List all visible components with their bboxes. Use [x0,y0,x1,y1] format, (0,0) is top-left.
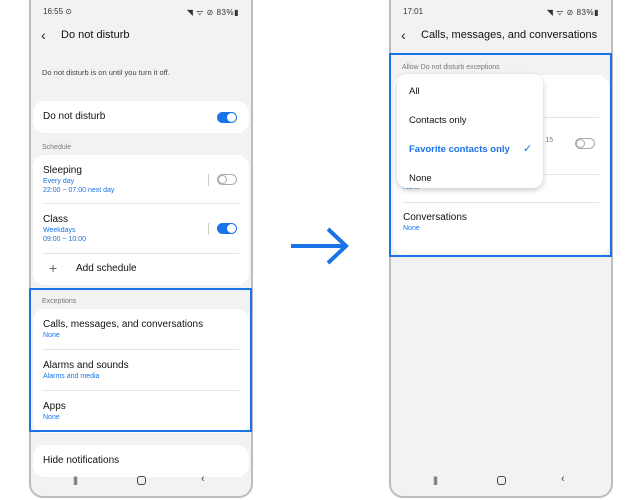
left-phone-screen: 16:55 ⊙ ◥ ᯤ ⊘ 83%▮ ‹ Do not disturb Do n… [29,0,253,498]
schedule-days: Every day [43,178,75,185]
add-schedule-label: Add schedule [76,263,137,274]
page-title: Do not disturb [61,29,130,41]
exception-label: Alarms and sounds [43,360,129,371]
schedule-card: Sleeping Every day 22:00 ~ 07:00 next da… [33,155,249,285]
repeat-callers-toggle[interactable] [575,138,595,149]
exception-item-alarms[interactable]: Alarms and sounds Alarms and media [43,360,239,381]
check-icon: ✓ [523,143,533,155]
header: ‹ Calls, messages, and conversations [391,24,611,48]
conversations-item[interactable]: Conversations None [403,212,599,233]
status-time: 17:01 [403,7,424,16]
right-phone-screen: 17:01 ◥ ᯤ ⊘ 83%▮ ‹ Calls, messages, and … [389,0,613,498]
recents-icon[interactable]: ||| [73,475,78,485]
exception-value: None [43,332,60,339]
home-icon[interactable] [497,476,506,485]
exception-label: Calls, messages, and conversations [43,319,204,330]
home-icon[interactable] [137,476,146,485]
divider [43,390,239,391]
exception-label: Apps [43,401,66,412]
back-icon[interactable]: ‹ [41,27,53,43]
menu-option-contacts-only[interactable]: Contacts only [409,115,467,126]
dnd-note: Do not disturb is on until you turn it o… [42,68,170,77]
status-icons: ◥ ᯤ ⊘ 83%▮ [546,8,599,17]
exceptions-section-label: Exceptions [42,298,77,305]
divider [208,223,209,235]
status-bar: 17:01 ◥ ᯤ ⊘ 83%▮ [391,6,611,20]
divider [43,203,239,204]
dnd-toggle-switch[interactable] [217,112,237,123]
exception-value: Alarms and media [43,373,100,380]
nav-back-icon[interactable]: ‹ [561,473,565,485]
back-icon[interactable]: ‹ [401,27,413,43]
exception-item-apps[interactable]: Apps None [43,401,239,422]
schedule-label: Sleeping [43,165,82,176]
calls-dropdown-menu: All Contacts only Favorite contacts only… [397,74,543,188]
divider [208,174,209,186]
hide-notifications-label: Hide notifications [43,455,120,466]
page-title: Calls, messages, and conversations [421,29,598,41]
conversations-label: Conversations [403,212,467,223]
plus-icon: + [49,260,58,276]
exception-item-calls[interactable]: Calls, messages, and conversations None [43,319,239,340]
class-toggle[interactable] [217,223,237,234]
divider [403,202,599,203]
menu-option-all[interactable]: All [409,86,420,97]
schedule-time: 22:00 ~ 07:00 next day [43,187,115,194]
arrow-right-icon [291,227,349,265]
conversations-value: None [403,225,420,232]
exceptions-card: Calls, messages, and conversations None … [33,309,249,433]
status-icons: ◥ ᯤ ⊘ 83%▮ [186,8,239,17]
sleeping-toggle[interactable] [217,174,237,185]
menu-option-none[interactable]: None [409,173,432,184]
dnd-toggle-card[interactable]: Do not disturb [33,101,249,133]
navigation-bar: ||| ‹ [391,472,611,490]
status-bar: 16:55 ⊙ ◥ ᯤ ⊘ 83%▮ [31,6,251,20]
schedule-label: Class [43,214,69,225]
schedule-time: 09:00 ~ 10:00 [43,236,87,243]
schedule-days: Weekdays [43,227,76,234]
divider [43,349,239,350]
navigation-bar: ||| ‹ [31,472,251,490]
divider [43,253,239,254]
header: ‹ Do not disturb [31,24,251,48]
schedule-item-class[interactable]: Class Weekdays 09:00 ~ 10:00 [43,214,239,244]
status-time: 16:55 ⊙ [43,7,72,16]
dnd-toggle-label: Do not disturb [43,111,106,122]
nav-back-icon[interactable]: ‹ [201,473,205,485]
allow-exceptions-section-label: Allow Do not disturb exceptions [402,64,500,71]
schedule-section-label: Schedule [42,144,72,151]
exception-value: None [43,414,60,421]
schedule-item-sleeping[interactable]: Sleeping Every day 22:00 ~ 07:00 next da… [43,165,239,195]
menu-option-favorite-contacts-only[interactable]: Favorite contacts only [409,144,510,155]
recents-icon[interactable]: ||| [433,475,438,485]
